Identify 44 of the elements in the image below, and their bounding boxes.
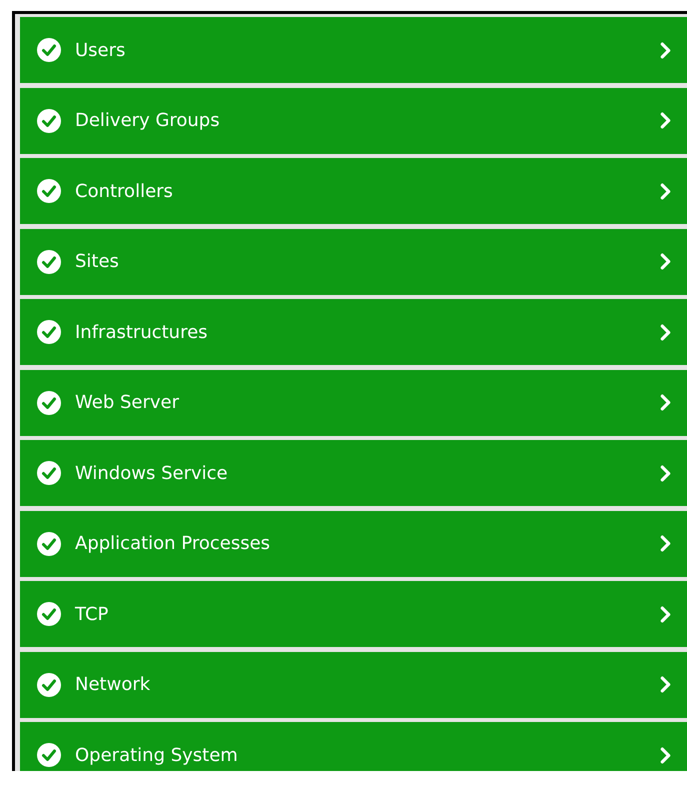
row-label: Delivery Groups	[75, 110, 221, 131]
row-label: Controllers	[75, 180, 174, 202]
row-label: TCP	[75, 604, 110, 624]
status-row[interactable]: Controllers	[20, 158, 687, 224]
row-label: Web Server	[75, 392, 180, 413]
check-circle-icon	[37, 602, 61, 626]
status-row[interactable]: Operating System	[20, 722, 687, 771]
check-circle-icon	[37, 250, 61, 274]
row-label: Sites	[75, 251, 120, 272]
chevron-right-icon	[660, 676, 671, 693]
check-circle-icon	[37, 532, 61, 556]
chevron-right-icon	[660, 42, 671, 58]
chevron-right-icon	[660, 394, 671, 411]
status-row[interactable]: Windows Service	[20, 440, 687, 506]
check-circle-icon	[37, 179, 61, 203]
check-circle-icon	[37, 390, 61, 414]
status-row[interactable]: TCP	[20, 581, 687, 647]
status-row[interactable]: Delivery Groups	[20, 88, 687, 154]
chevron-right-icon	[660, 535, 671, 552]
status-row[interactable]: Users	[20, 17, 687, 83]
check-circle-icon	[37, 320, 61, 344]
chevron-right-icon	[660, 606, 671, 622]
chevron-right-icon	[660, 746, 671, 764]
chevron-right-icon	[660, 324, 671, 340]
row-label: Operating System	[75, 744, 239, 766]
row-label: Application Processes	[75, 533, 272, 554]
status-row[interactable]: Network	[20, 652, 687, 718]
chevron-right-icon	[660, 253, 671, 270]
chevron-right-icon	[660, 112, 671, 129]
row-label: Users	[75, 40, 126, 60]
status-row[interactable]: Infrastructures	[20, 299, 687, 365]
row-label: Infrastructures	[75, 322, 209, 342]
check-circle-icon	[37, 108, 61, 132]
status-row[interactable]: Application Processes	[20, 510, 687, 576]
chevron-right-icon	[660, 464, 671, 482]
status-row[interactable]: Sites	[20, 228, 687, 294]
chevron-right-icon	[660, 182, 671, 200]
check-circle-icon	[37, 672, 61, 696]
check-circle-icon	[37, 743, 61, 767]
row-label: Network	[75, 674, 152, 695]
row-label: Windows Service	[75, 462, 229, 484]
status-row[interactable]: Web Server	[20, 370, 687, 436]
check-circle-icon	[37, 461, 61, 485]
check-circle-icon	[37, 38, 61, 62]
